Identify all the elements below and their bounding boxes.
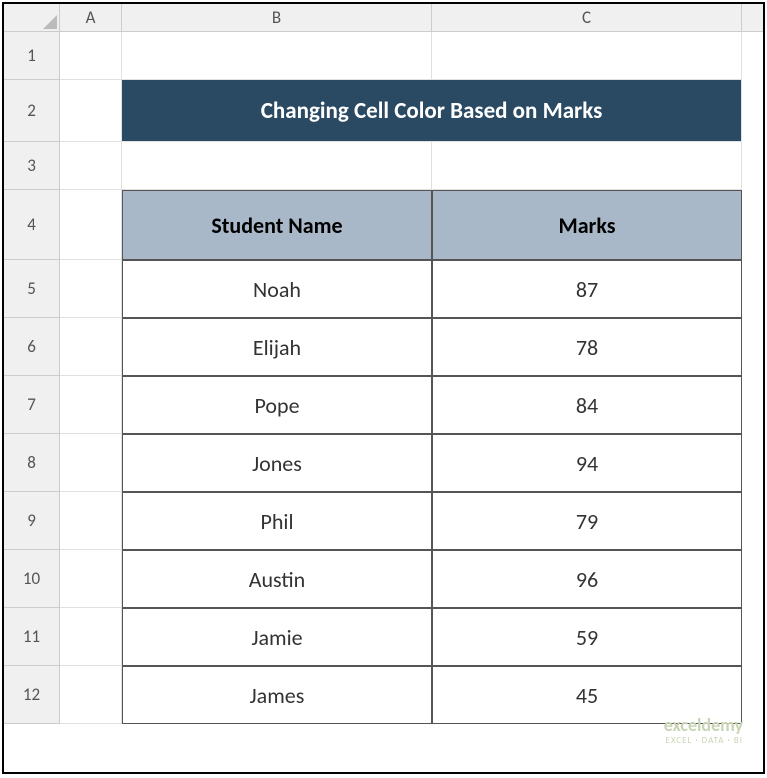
row-header-4[interactable]: 4 bbox=[4, 190, 60, 260]
row-header-1[interactable]: 1 bbox=[4, 32, 60, 80]
cell-student-name[interactable]: Noah bbox=[122, 260, 432, 318]
header-name[interactable]: Student Name bbox=[122, 190, 432, 260]
cell-C3[interactable] bbox=[432, 142, 742, 190]
row-header-10[interactable]: 10 bbox=[4, 550, 60, 608]
cell-student-marks[interactable]: 87 bbox=[432, 260, 742, 318]
cell-A1[interactable] bbox=[60, 32, 122, 80]
cell-A9[interactable] bbox=[60, 492, 122, 550]
cell-student-marks[interactable]: 84 bbox=[432, 376, 742, 434]
row-header-12[interactable]: 12 bbox=[4, 666, 60, 724]
watermark-line1: exceldemy bbox=[664, 716, 743, 736]
row-header-3[interactable]: 3 bbox=[4, 142, 60, 190]
cell-A2[interactable] bbox=[60, 80, 122, 142]
title-cell[interactable]: Changing Cell Color Based on Marks bbox=[122, 80, 742, 142]
col-header-B[interactable]: B bbox=[122, 4, 432, 31]
cell-student-marks[interactable]: 79 bbox=[432, 492, 742, 550]
cell-B1[interactable] bbox=[122, 32, 432, 80]
cell-A6[interactable] bbox=[60, 318, 122, 376]
cell-student-name[interactable]: Jones bbox=[122, 434, 432, 492]
cell-A12[interactable] bbox=[60, 666, 122, 724]
cell-student-name[interactable]: Phil bbox=[122, 492, 432, 550]
row-10: 10 Austin 96 bbox=[4, 550, 763, 608]
cell-A5[interactable] bbox=[60, 260, 122, 318]
watermark-line2: EXCEL · DATA · BI bbox=[664, 736, 743, 746]
row-9: 9 Phil 79 bbox=[4, 492, 763, 550]
cell-A7[interactable] bbox=[60, 376, 122, 434]
cell-A4[interactable] bbox=[60, 190, 122, 260]
cell-student-name[interactable]: James bbox=[122, 666, 432, 724]
row-header-5[interactable]: 5 bbox=[4, 260, 60, 318]
col-header-A[interactable]: A bbox=[60, 4, 122, 31]
row-2: 2 Changing Cell Color Based on Marks bbox=[4, 80, 763, 142]
cell-student-marks[interactable]: 78 bbox=[432, 318, 742, 376]
select-all-icon bbox=[43, 15, 57, 29]
cell-student-marks[interactable]: 94 bbox=[432, 434, 742, 492]
cell-A10[interactable] bbox=[60, 550, 122, 608]
cell-student-marks[interactable]: 96 bbox=[432, 550, 742, 608]
column-headers: A B C bbox=[4, 4, 763, 32]
row-header-2[interactable]: 2 bbox=[4, 80, 60, 142]
row-8: 8 Jones 94 bbox=[4, 434, 763, 492]
row-12: 12 James 45 bbox=[4, 666, 763, 724]
cell-A3[interactable] bbox=[60, 142, 122, 190]
cell-student-name[interactable]: Pope bbox=[122, 376, 432, 434]
cell-B3[interactable] bbox=[122, 142, 432, 190]
row-header-11[interactable]: 11 bbox=[4, 608, 60, 666]
watermark: exceldemy EXCEL · DATA · BI bbox=[664, 716, 743, 746]
select-all-corner[interactable] bbox=[4, 4, 60, 31]
row-header-6[interactable]: 6 bbox=[4, 318, 60, 376]
row-6: 6 Elijah 78 bbox=[4, 318, 763, 376]
row-3: 3 bbox=[4, 142, 763, 190]
cell-student-name[interactable]: Elijah bbox=[122, 318, 432, 376]
spreadsheet-viewport: A B C 1 2 Changing Cell Color Based on M… bbox=[2, 2, 765, 774]
cell-student-marks[interactable]: 59 bbox=[432, 608, 742, 666]
cell-A11[interactable] bbox=[60, 608, 122, 666]
row-11: 11 Jamie 59 bbox=[4, 608, 763, 666]
cell-A8[interactable] bbox=[60, 434, 122, 492]
cell-student-name[interactable]: Jamie bbox=[122, 608, 432, 666]
row-header-9[interactable]: 9 bbox=[4, 492, 60, 550]
cell-student-name[interactable]: Austin bbox=[122, 550, 432, 608]
row-header-8[interactable]: 8 bbox=[4, 434, 60, 492]
row-5: 5 Noah 87 bbox=[4, 260, 763, 318]
row-7: 7 Pope 84 bbox=[4, 376, 763, 434]
col-header-C[interactable]: C bbox=[432, 4, 742, 31]
row-header-7[interactable]: 7 bbox=[4, 376, 60, 434]
row-1: 1 bbox=[4, 32, 763, 80]
cell-C1[interactable] bbox=[432, 32, 742, 80]
header-marks[interactable]: Marks bbox=[432, 190, 742, 260]
row-4: 4 Student Name Marks bbox=[4, 190, 763, 260]
